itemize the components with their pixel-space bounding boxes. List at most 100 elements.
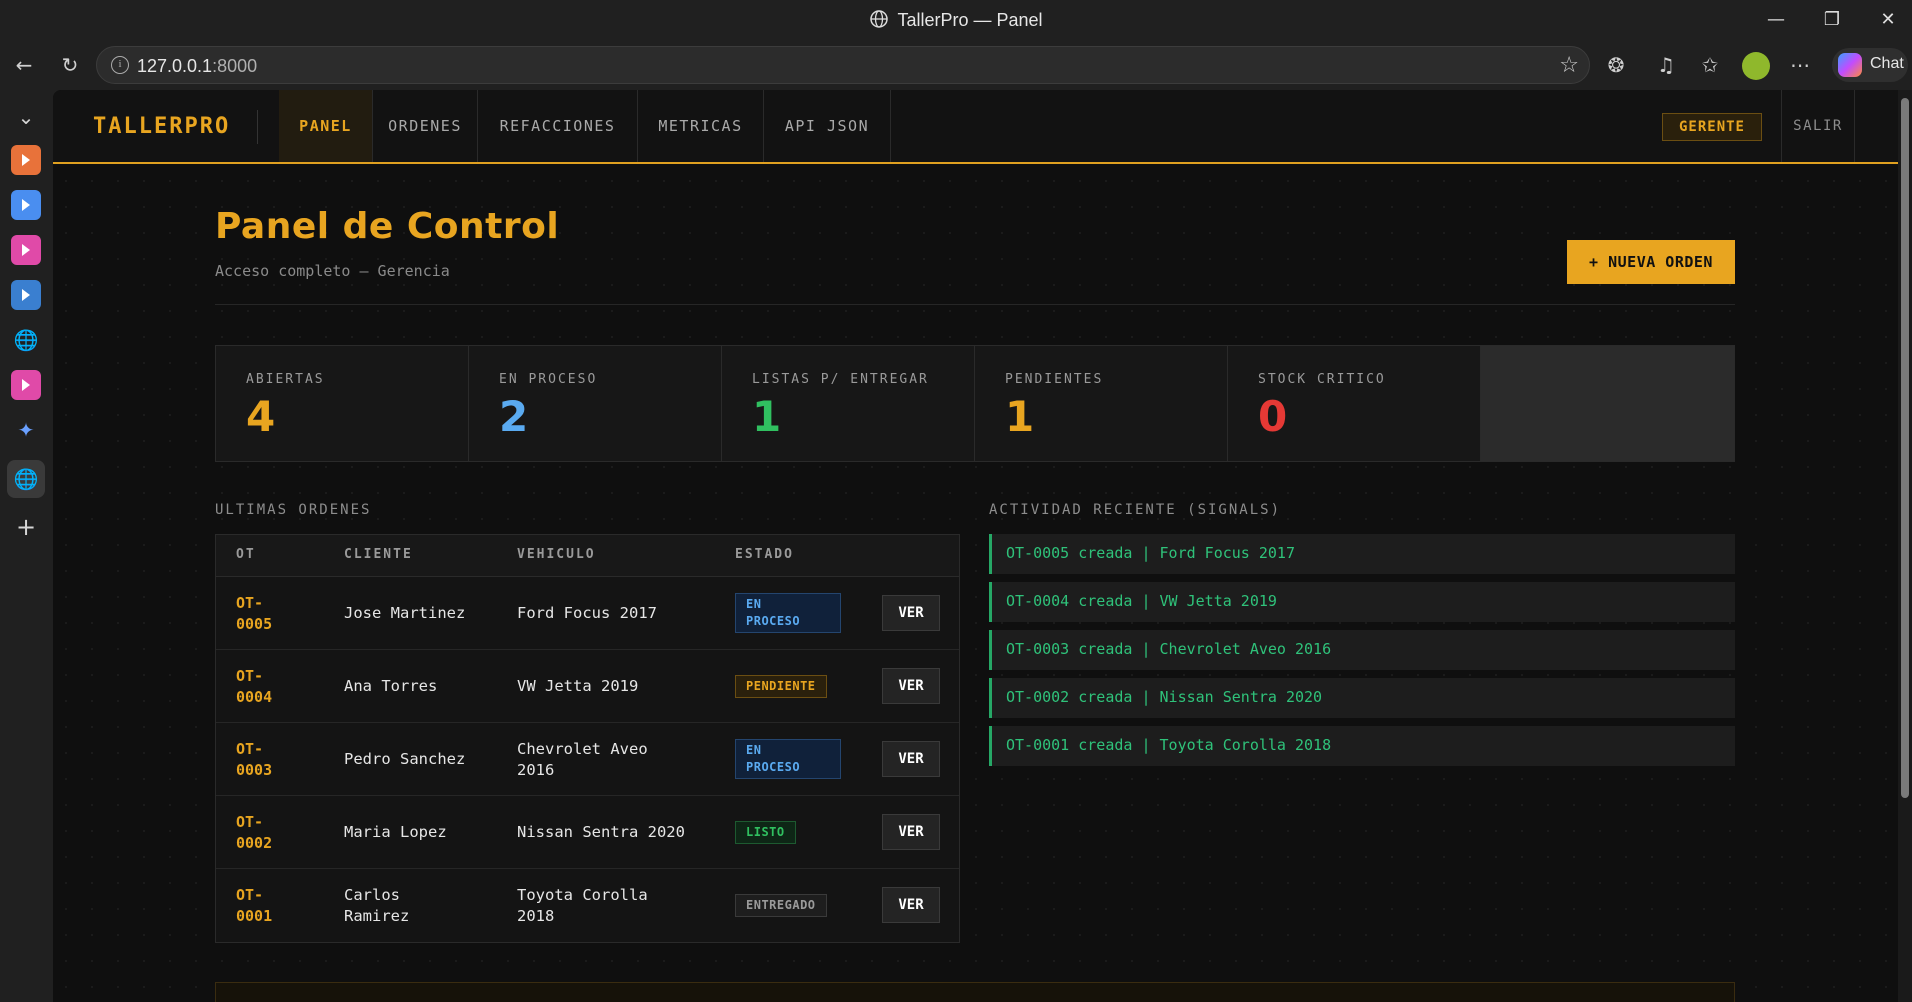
- new-tab-plus-icon[interactable]: +: [11, 512, 41, 542]
- stat-value: 1: [1005, 392, 1035, 441]
- stat-listas: LISTAS P/ ENTREGAR 1: [722, 346, 975, 461]
- nav-tab-refacciones[interactable]: REFACCIONES: [478, 90, 638, 162]
- window-title-text: TallerPro — Panel: [897, 10, 1043, 30]
- order-id-number: 0005: [236, 615, 273, 633]
- activity-text: OT-0003 creada | Chevrolet Aveo 2016: [1006, 640, 1332, 658]
- activity-text: OT-0004 creada | VW Jetta 2019: [1006, 592, 1277, 610]
- stat-stock-critico: STOCK CRITICO 0: [1228, 346, 1481, 461]
- copilot-chat-button[interactable]: Chat: [1832, 48, 1908, 82]
- status-badge: LISTO: [735, 821, 796, 844]
- table-header: OT CLIENTE VEHICULO ESTADO: [216, 535, 959, 577]
- page-subtitle: Acceso completo — Gerencia: [215, 262, 450, 280]
- vehicle-line: Chevrolet Aveo: [517, 740, 648, 758]
- globe-icon[interactable]: 🌐: [11, 325, 41, 355]
- stats-bar: ABIERTAS 4 EN PROCESO 2 LISTAS P/ ENTREG…: [215, 345, 1735, 462]
- bottom-panel: [215, 982, 1735, 1002]
- activity-text: OT-0005 creada | Ford Focus 2017: [1006, 544, 1295, 562]
- table-row[interactable]: OT- 0005 Jose Martinez Ford Focus 2017 EN…: [216, 577, 959, 650]
- tab-favicon-5[interactable]: [11, 370, 41, 400]
- tab-favicon-2[interactable]: [11, 190, 41, 220]
- window-titlebar: TallerPro — Panel — ❐ ✕: [0, 0, 1912, 40]
- client-name: Carlos Ramirez: [344, 885, 494, 927]
- stat-label: ABIERTAS: [246, 372, 325, 387]
- view-order-button[interactable]: VER: [882, 814, 940, 850]
- table-row[interactable]: OT- 0003 Pedro Sanchez Chevrolet Aveo 2016…: [216, 723, 959, 796]
- back-icon[interactable]: ←: [12, 53, 36, 77]
- table-row[interactable]: OT- 0004 Ana Torres VW Jetta 2019 PENDIEN…: [216, 650, 959, 723]
- order-id-number: 0004: [236, 688, 273, 706]
- url-port: :8000: [212, 56, 258, 76]
- stat-label: LISTAS P/ ENTREGAR: [752, 372, 929, 387]
- url-text[interactable]: 127.0.0.1:8000: [137, 56, 257, 77]
- table-row[interactable]: OT- 0002 Maria Lopez Nissan Sentra 2020 L…: [216, 796, 959, 869]
- order-id-prefix: OT-: [236, 667, 264, 685]
- stat-label: STOCK CRITICO: [1258, 372, 1386, 387]
- stat-en-proceso: EN PROCESO 2: [469, 346, 722, 461]
- tab-favicon-4[interactable]: [11, 280, 41, 310]
- tab-favicon-3[interactable]: [11, 235, 41, 265]
- activity-text: OT-0001 creada | Toyota Corolla 2018: [1006, 736, 1332, 754]
- vehicle-name: VW Jetta 2019: [517, 677, 639, 695]
- client-name: Maria Lopez: [344, 823, 447, 841]
- order-id[interactable]: OT- 0004: [236, 666, 296, 708]
- vehicle-line: Toyota Corolla: [517, 886, 648, 904]
- extensions-icon[interactable]: ❂: [1604, 53, 1628, 77]
- column-header-vehiculo: VEHICULO: [517, 547, 596, 562]
- close-icon[interactable]: ✕: [1876, 8, 1900, 32]
- view-order-button[interactable]: VER: [882, 887, 940, 923]
- restore-icon[interactable]: ❐: [1820, 8, 1844, 32]
- client-name: Jose Martinez: [344, 604, 466, 622]
- view-order-button[interactable]: VER: [882, 668, 940, 704]
- header-divider: [215, 304, 1735, 305]
- vehicle-name: Nissan Sentra 2020: [517, 823, 685, 841]
- order-id[interactable]: OT- 0002: [236, 812, 296, 854]
- media-icon[interactable]: ♫: [1654, 53, 1678, 77]
- page-title: Panel de Control: [215, 206, 560, 247]
- view-order-button[interactable]: VER: [882, 741, 940, 777]
- play-icon: [22, 379, 30, 391]
- favorite-star-icon[interactable]: ☆: [1559, 53, 1579, 78]
- favorites-icon[interactable]: ✩: [1698, 53, 1722, 77]
- more-menu-icon[interactable]: ⋯: [1788, 53, 1812, 77]
- client-line: Carlos: [344, 886, 400, 904]
- stat-label: EN PROCESO: [499, 372, 598, 387]
- chat-label: Chat: [1870, 55, 1904, 72]
- active-tab-globe-icon[interactable]: 🌐: [7, 460, 45, 498]
- order-id[interactable]: OT- 0001: [236, 885, 296, 927]
- tab-favicon-1[interactable]: [11, 145, 41, 175]
- brand-logo[interactable]: TALLERPRO: [93, 114, 230, 139]
- activity-item: OT-0003 creada | Chevrolet Aveo 2016: [989, 630, 1735, 670]
- collapse-chevron-icon[interactable]: ⌄: [11, 102, 41, 132]
- site-info-icon[interactable]: i: [111, 56, 129, 74]
- nav-tab-panel[interactable]: PANEL: [279, 90, 373, 162]
- copilot-icon: [1838, 53, 1862, 77]
- activity-text: OT-0002 creada | Nissan Sentra 2020: [1006, 688, 1323, 706]
- page-scrollbar[interactable]: [1898, 90, 1912, 1002]
- nav-tab-ordenes[interactable]: ORDENES: [373, 90, 478, 162]
- status-text-line: EN: [746, 597, 762, 611]
- copilot-sparkle-icon[interactable]: ✦: [11, 415, 41, 445]
- order-id[interactable]: OT- 0003: [236, 739, 296, 781]
- order-id-number: 0003: [236, 761, 273, 779]
- vehicle-line: 2016: [517, 761, 555, 779]
- play-icon: [22, 199, 30, 211]
- table-row[interactable]: OT- 0001 Carlos Ramirez Toyota Corolla 2018…: [216, 869, 959, 942]
- play-icon: [22, 244, 30, 256]
- status-badge: EN PROCESO: [735, 593, 841, 633]
- logout-button[interactable]: SALIR: [1781, 90, 1855, 162]
- minimize-icon[interactable]: —: [1764, 8, 1788, 32]
- client-name: Ana Torres: [344, 677, 438, 695]
- address-bar[interactable]: i 127.0.0.1:8000 ☆: [96, 46, 1590, 84]
- order-id[interactable]: OT- 0005: [236, 593, 296, 635]
- app-navbar: TALLERPRO PANEL ORDENES REFACCIONES METR…: [53, 90, 1898, 164]
- view-order-button[interactable]: VER: [882, 595, 940, 631]
- reload-icon[interactable]: ↻: [58, 53, 82, 77]
- new-order-button[interactable]: + NUEVA ORDEN: [1567, 240, 1735, 284]
- client-name: Pedro Sanchez: [344, 750, 466, 768]
- play-icon: [22, 154, 30, 166]
- stat-value: 0: [1258, 392, 1288, 441]
- nav-tab-metricas[interactable]: METRICAS: [638, 90, 764, 162]
- profile-avatar[interactable]: [1742, 52, 1770, 80]
- scrollbar-thumb[interactable]: [1901, 98, 1909, 798]
- nav-tab-api-json[interactable]: API JSON: [764, 90, 891, 162]
